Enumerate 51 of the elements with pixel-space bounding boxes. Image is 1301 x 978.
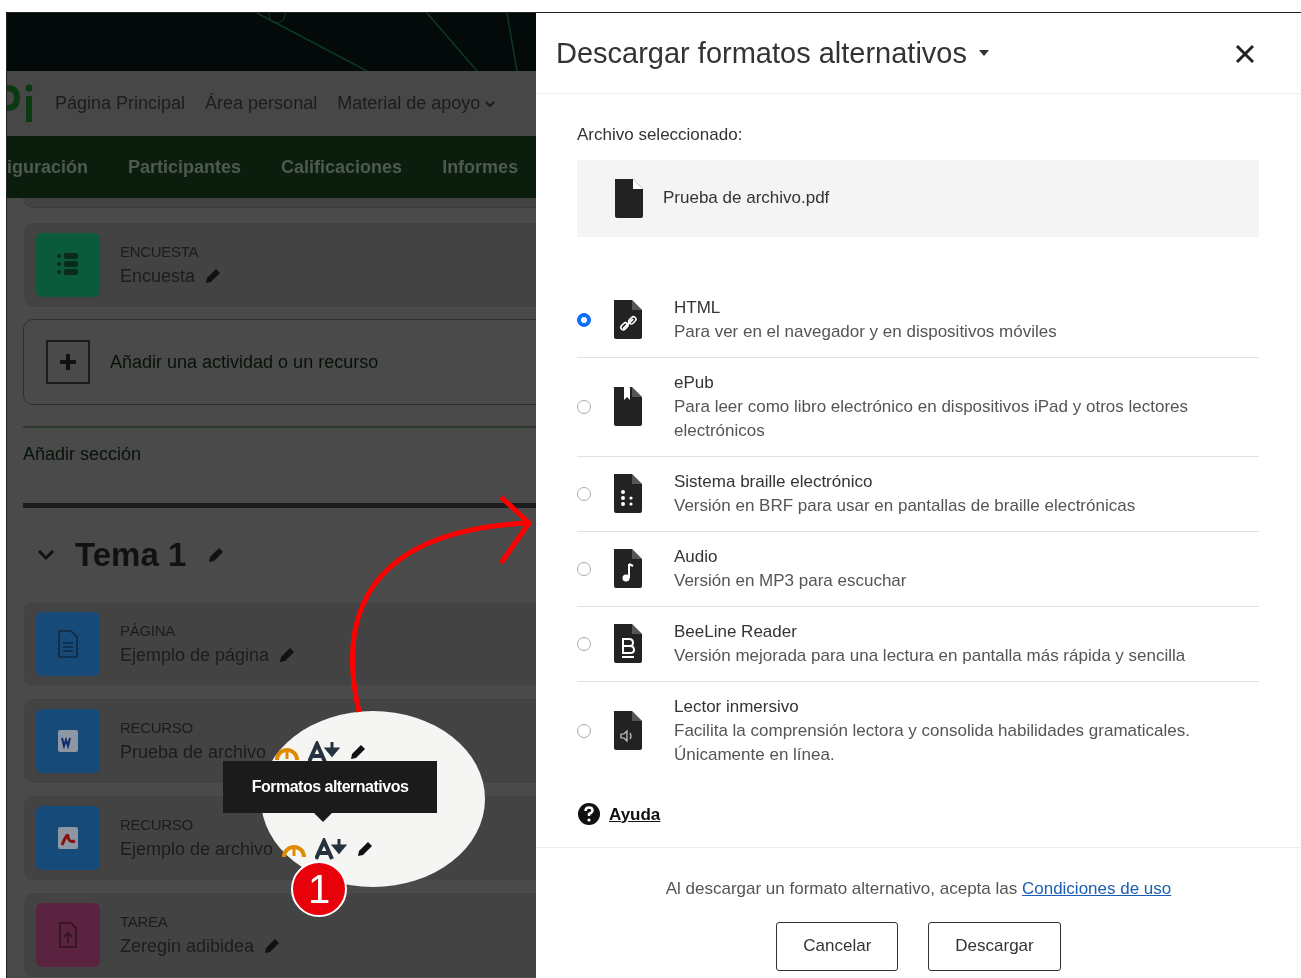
close-icon — [1234, 42, 1256, 65]
format-title: Lector inmersivo — [674, 695, 800, 718]
caret-icon[interactable] — [977, 48, 991, 58]
pdf-file-icon — [613, 177, 645, 219]
format-title: Audio — [674, 545, 719, 568]
help-link[interactable]: Ayuda — [609, 801, 661, 827]
help-icon — [577, 802, 601, 827]
selected-file-label: Archivo seleccionado: — [577, 124, 744, 146]
format-title: BeeLine Reader — [674, 620, 798, 643]
add-activity-label: Añadir una actividad o un recurso — [110, 350, 379, 374]
add-section-link[interactable]: Añadir sección — [23, 428, 536, 503]
caret-icon — [485, 100, 496, 109]
bookmark-file-icon — [612, 386, 644, 427]
format-description: Versión mejorada para una lectura en pantalla más rápida y sencilla — [674, 644, 1186, 667]
music-file-icon — [612, 548, 644, 589]
format-description: Para ver en el navegador y en dispositivos móviles — [674, 320, 1057, 343]
section-title: Tema 1 — [75, 534, 187, 575]
plus-icon — [58, 352, 78, 372]
course-nav-link[interactable]: iguración — [7, 153, 88, 181]
format-title: ePub — [674, 371, 715, 394]
text-download-icon[interactable] — [308, 741, 341, 763]
file-name: Prueba de archivo.pdf — [663, 187, 830, 210]
format-radio[interactable] — [577, 561, 591, 576]
format-radio[interactable] — [577, 486, 591, 501]
format-radio[interactable] — [577, 723, 591, 738]
speaker-file-icon — [612, 710, 644, 751]
download-button[interactable]: Descargar — [928, 921, 1061, 971]
format-title: HTML — [674, 296, 722, 319]
terms-link[interactable]: Condiciones de uso — [1021, 879, 1172, 898]
course-nav-link[interactable]: Participantes — [128, 153, 242, 181]
add-activity-card[interactable]: Añadir una actividad o un recurso — [23, 319, 536, 405]
course-nav-link[interactable]: Informes — [442, 153, 519, 181]
format-radio[interactable] — [577, 636, 591, 651]
format-radio[interactable] — [577, 312, 591, 327]
link-file-icon — [612, 299, 644, 340]
chevron-icon[interactable] — [37, 548, 55, 561]
tooltip: Formatos alternativos — [223, 761, 437, 813]
cancel-button[interactable]: Cancelar — [776, 921, 899, 971]
modal-title: Descargar formatos alternativos — [556, 35, 967, 71]
format-description: Versión en BRF para usar en pantallas de braille electrónicas — [674, 494, 1136, 517]
format-description: Facilita la comprensión lectora y consolida habilidades gramaticales. Únicamente en línea. — [674, 719, 1191, 766]
tooltip-pointer — [314, 813, 332, 822]
format-description: Versión en MP3 para escuchar — [674, 569, 907, 592]
format-title: Sistema braille electrónico — [674, 470, 874, 493]
letter-file-icon — [612, 623, 644, 664]
braille-file-icon — [612, 473, 644, 514]
format-radio[interactable] — [577, 399, 591, 414]
format-description: Para leer como libro electrónico en dispositivos iPad y otros lectores electrónicos — [674, 395, 1190, 442]
text-download-icon[interactable] — [315, 838, 348, 860]
terms-notice: Al descargar un formato alternativo, acepta las Condiciones de uso — [665, 878, 1172, 900]
course-nav-link[interactable]: Calificaciones — [281, 153, 403, 181]
